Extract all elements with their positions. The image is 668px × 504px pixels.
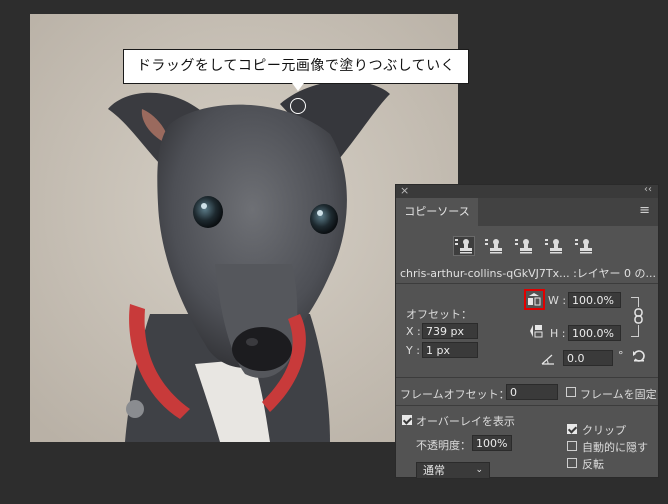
clone-source-5-icon[interactable] bbox=[574, 237, 594, 255]
divider bbox=[396, 283, 658, 284]
overlay-opacity-field[interactable]: 100% bbox=[472, 435, 512, 451]
offset-x-field[interactable]: 739 px bbox=[422, 323, 478, 339]
clone-source-panel: × ‹‹ コピーソース ≡ chris-arthur-collins-qGkVJ… bbox=[395, 184, 659, 479]
clone-brush-cursor bbox=[290, 98, 306, 114]
degree-unit: ° bbox=[618, 349, 624, 362]
blend-mode-select[interactable]: 通常 ⌄ bbox=[416, 462, 490, 479]
width-scale-field[interactable]: 100.0% bbox=[568, 292, 621, 308]
panel-tab-row: コピーソース ≡ bbox=[396, 198, 658, 226]
angle-icon bbox=[541, 353, 555, 365]
w-label: W : bbox=[548, 294, 567, 307]
show-overlay-checkbox[interactable] bbox=[402, 415, 412, 425]
offset-label: オフセット： bbox=[406, 308, 472, 321]
tab-clone-source[interactable]: コピーソース bbox=[396, 198, 478, 226]
clone-source-2-icon[interactable] bbox=[484, 237, 504, 255]
clip-label: クリップ bbox=[582, 424, 626, 437]
instruction-callout: ドラッグをしてコピー元画像で塗りつぶしていく bbox=[123, 49, 469, 84]
blend-mode-value: 通常 bbox=[423, 464, 445, 477]
close-panel-icon[interactable]: × bbox=[400, 184, 409, 197]
angle-field[interactable]: 0.0 bbox=[563, 350, 613, 366]
clone-source-1-icon[interactable] bbox=[453, 236, 475, 256]
clip-checkbox[interactable] bbox=[567, 424, 577, 434]
auto-hide-checkbox[interactable] bbox=[567, 441, 577, 451]
opacity-label: 不透明度： bbox=[416, 439, 471, 452]
offset-y-field[interactable]: 1 px bbox=[422, 342, 478, 358]
flip-vertical-icon[interactable] bbox=[528, 323, 544, 339]
height-scale-field[interactable]: 100.0% bbox=[568, 325, 621, 341]
panel-menu-icon[interactable]: ≡ bbox=[639, 203, 650, 218]
collapse-panel-icon[interactable]: ‹‹ bbox=[644, 184, 652, 195]
chevron-down-icon: ⌄ bbox=[475, 465, 483, 475]
auto-hide-label: 自動的に隠す bbox=[582, 441, 648, 454]
h-label: H : bbox=[550, 327, 566, 340]
callout-tail bbox=[292, 83, 304, 91]
flip-horizontal-icon bbox=[528, 293, 541, 306]
invert-checkbox[interactable] bbox=[567, 458, 577, 468]
show-overlay-label: オーバーレイを表示 bbox=[416, 415, 515, 428]
clone-source-3-icon[interactable] bbox=[514, 237, 534, 255]
x-label: X : bbox=[406, 325, 421, 338]
link-aspect-icon[interactable] bbox=[632, 307, 646, 325]
y-label: Y : bbox=[406, 344, 420, 357]
clone-source-4-icon[interactable] bbox=[544, 237, 564, 255]
flip-horizontal-button[interactable] bbox=[524, 289, 545, 310]
frame-offset-field[interactable]: 0 bbox=[506, 384, 558, 400]
divider bbox=[396, 405, 658, 406]
reset-transform-icon[interactable] bbox=[632, 349, 646, 363]
invert-label: 反転 bbox=[582, 458, 604, 471]
clone-source-name: chris-arthur-collins-qGkVJ7Tx... :レイヤー 0… bbox=[400, 267, 656, 280]
panel-titlebar[interactable]: × ‹‹ bbox=[396, 184, 658, 198]
lock-frame-label: フレームを固定 bbox=[580, 388, 657, 401]
divider bbox=[396, 377, 658, 378]
lock-frame-checkbox[interactable] bbox=[566, 387, 576, 397]
frame-offset-label: フレームオフセット： bbox=[400, 388, 510, 401]
